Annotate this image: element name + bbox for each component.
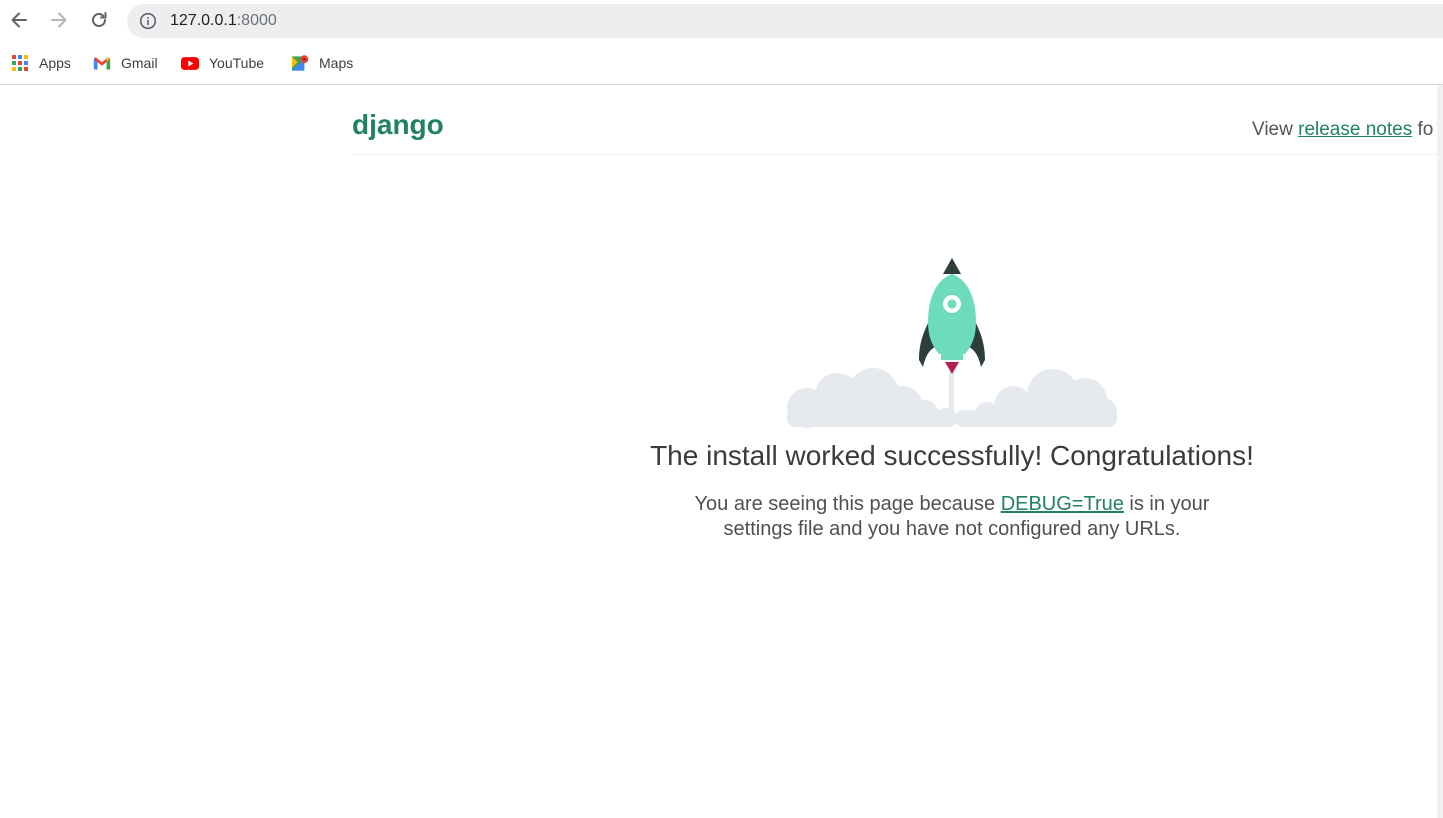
sub-before: You are seeing this page because <box>694 493 1001 515</box>
bookmark-youtube[interactable]: YouTube <box>181 53 264 73</box>
debug-explanation: You are seeing this page because DEBUG=T… <box>650 492 1254 542</box>
rocket-illustration <box>787 258 1117 428</box>
url-text[interactable]: 127.0.0.1:8000 <box>170 12 277 30</box>
apps-grid-icon <box>11 54 29 72</box>
browser-toolbar: 127.0.0.1:8000 <box>0 0 1443 42</box>
django-logo[interactable]: django <box>352 109 444 141</box>
back-button[interactable] <box>4 5 34 35</box>
rocket-icon <box>919 258 985 374</box>
youtube-icon <box>181 54 199 72</box>
sub-after: settings file and you have not configure… <box>723 518 1181 540</box>
reload-icon <box>92 12 107 27</box>
maps-icon <box>291 54 309 72</box>
cloud-left <box>787 368 957 428</box>
back-arrow-icon <box>11 12 27 28</box>
url-port: :8000 <box>236 12 277 29</box>
forward-button[interactable] <box>44 5 74 35</box>
cloud-right <box>955 369 1117 427</box>
bookmark-label: Maps <box>319 55 354 71</box>
success-headline: The install worked successfully! Congrat… <box>650 440 1254 471</box>
bookmark-gmail[interactable]: Gmail <box>93 53 158 73</box>
release-notes-text: View release notes fo <box>1252 119 1433 141</box>
bookmark-label: YouTube <box>209 55 265 71</box>
debug-true-link[interactable]: DEBUG=True <box>1001 493 1124 515</box>
gmail-icon <box>93 54 111 72</box>
sub-mid: is in your <box>1123 493 1210 515</box>
bookmark-label: Apps <box>39 55 71 71</box>
forward-arrow-icon <box>51 12 67 28</box>
release-suffix: fo <box>1412 119 1434 140</box>
bookmark-apps[interactable]: Apps <box>11 53 71 73</box>
address-bar[interactable]: 127.0.0.1:8000 <box>127 4 1443 38</box>
page-header: django View release notes fo <box>352 85 1443 155</box>
release-notes-link[interactable]: release notes <box>1298 119 1412 140</box>
reload-button[interactable] <box>84 5 114 35</box>
exhaust-trail <box>949 370 954 422</box>
release-prefix: View <box>1252 119 1299 140</box>
bookmarks-bar: Apps Gmail YouTube Maps <box>0 42 1443 85</box>
bookmark-maps[interactable]: Maps <box>291 53 353 73</box>
url-host: 127.0.0.1 <box>170 12 237 29</box>
bookmark-label: Gmail <box>121 55 158 71</box>
site-info-icon[interactable] <box>139 12 157 30</box>
scrollbar-track[interactable] <box>1437 85 1443 818</box>
